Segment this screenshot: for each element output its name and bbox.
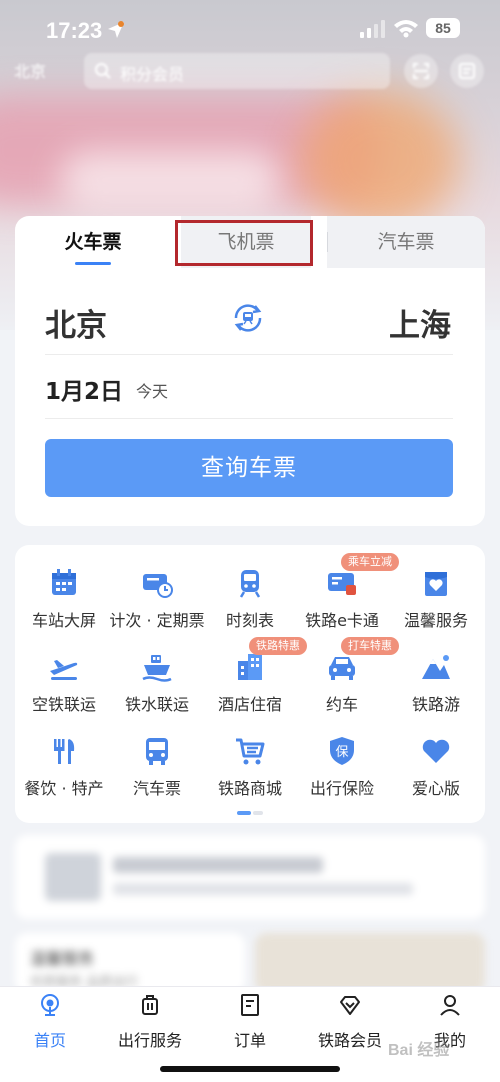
departure-city[interactable]: 北京 — [45, 300, 107, 345]
profile-icon — [440, 995, 460, 1016]
nav-orders[interactable]: 订单 — [200, 993, 300, 1053]
news-card[interactable] — [15, 835, 485, 919]
insurance-icon-label: 保 — [335, 745, 348, 760]
service-item[interactable]: 铁路商城 — [203, 735, 297, 819]
tab-train-ticket[interactable]: 火车票 — [37, 216, 149, 268]
e-card-icon — [328, 573, 356, 595]
battery-indicator: 85 — [426, 18, 460, 38]
banner-graphic — [300, 90, 460, 230]
insurance-shield-icon: 保 — [330, 737, 354, 765]
tab-divider — [327, 232, 328, 252]
service-item[interactable]: 汽车票 — [110, 735, 204, 819]
nav-label: 出行服务 — [117, 1031, 182, 1050]
annotation-highlight-box — [175, 220, 313, 266]
car-icon — [329, 657, 355, 680]
mountain-travel-icon — [422, 655, 450, 679]
station-screen-icon — [52, 569, 76, 595]
nav-home[interactable]: 首页 — [0, 993, 100, 1053]
city-selector[interactable]: 北京 — [14, 58, 46, 82]
news-thumbnail — [45, 853, 101, 901]
ticket-pass-icon — [143, 574, 173, 598]
divider — [45, 354, 453, 355]
cellular-signal-icon — [360, 20, 385, 38]
service-label: 铁路游 — [411, 695, 460, 714]
service-item[interactable]: 餐饮 · 特产 — [17, 735, 111, 819]
ticket-type-tabs: 飞机票 汽车票 火车票 — [15, 216, 485, 268]
service-item[interactable]: 铁水联运 — [110, 651, 204, 735]
bus-icon — [146, 738, 168, 765]
ticket-booking-card: 飞机票 汽车票 火车票 北京 上海 1月2日 今天 查询车票 — [15, 216, 485, 526]
search-tickets-button[interactable]: 查询车票 — [45, 439, 453, 497]
heart-icon — [422, 739, 450, 763]
page-dot-active — [237, 811, 251, 815]
page-indicator — [237, 811, 263, 815]
scan-button[interactable] — [404, 54, 438, 88]
home-icon — [41, 994, 59, 1016]
arrival-city[interactable]: 上海 — [389, 300, 451, 345]
header-search-row: 北京 积分会员 — [0, 52, 500, 90]
service-item[interactable]: 车站大屏 — [17, 567, 111, 651]
news-subtitle-blurred — [113, 883, 413, 895]
dining-icon — [54, 739, 75, 764]
service-item[interactable]: 爱心版 — [389, 735, 483, 819]
nav-label: 铁路会员 — [317, 1031, 382, 1050]
service-item[interactable]: 保出行保险 — [295, 735, 389, 819]
service-item[interactable]: 计次 · 定期票 — [109, 567, 205, 651]
service-item[interactable]: 空铁联运 — [17, 651, 111, 735]
service-item[interactable]: 约车 打车特惠 — [295, 637, 399, 735]
nav-railway-member[interactable]: 铁路会员 — [300, 993, 400, 1053]
member-diamond-icon — [340, 996, 360, 1015]
train-icon — [239, 570, 261, 598]
news-title-blurred — [113, 857, 323, 873]
banner-graphic — [60, 150, 280, 210]
tab-bus-ticket[interactable]: 汽车票 — [327, 216, 485, 268]
scan-icon — [413, 63, 429, 79]
luggage-icon — [142, 995, 158, 1015]
service-item[interactable]: 酒店住宿 铁路特惠 — [203, 637, 307, 735]
service-label: 爱心版 — [411, 779, 460, 798]
care-service-icon — [425, 572, 447, 596]
active-tab-indicator — [75, 262, 111, 265]
promo-card[interactable] — [255, 933, 485, 993]
date-note: 今天 — [136, 382, 169, 401]
message-icon — [459, 63, 475, 79]
nav-label: 首页 — [33, 1031, 66, 1050]
service-label: 温馨服务 — [403, 611, 468, 630]
ship-rail-icon — [142, 655, 172, 682]
search-input[interactable]: 积分会员 — [84, 53, 390, 89]
swap-stations-icon[interactable] — [228, 298, 268, 338]
service-item[interactable]: 铁路游 — [389, 651, 483, 735]
home-indicator — [160, 1066, 340, 1072]
location-arrow-icon — [108, 21, 124, 38]
air-rail-icon — [50, 660, 78, 680]
promo-title: 温馨服务 — [30, 949, 95, 968]
status-bar: 17:23 85 — [0, 0, 500, 54]
message-button[interactable] — [450, 54, 484, 88]
nav-travel-services[interactable]: 出行服务 — [100, 993, 200, 1053]
order-icon — [241, 994, 259, 1016]
page-dot — [253, 811, 263, 815]
divider — [45, 418, 453, 419]
search-placeholder: 积分会员 — [120, 65, 185, 84]
service-item[interactable]: 温馨服务 — [389, 567, 483, 651]
nav-label: 订单 — [233, 1031, 266, 1050]
search-icon — [95, 63, 111, 79]
hotel-icon — [238, 654, 262, 680]
feed-section: 温馨服务 优质服务 品质出行 — [0, 835, 500, 993]
shopping-cart-icon — [236, 738, 265, 765]
status-time: 17:23 — [46, 18, 103, 43]
services-grid: 车站大屏 计次 · 定期票 时刻表 铁路e卡通 乘车立减 温馨服务 空铁联运 铁水联运 酒店住宿… — [15, 545, 485, 823]
departure-date[interactable]: 1月2日 — [45, 372, 123, 406]
wifi-icon — [394, 20, 418, 38]
watermark: Bai 经验 — [388, 1042, 450, 1059]
